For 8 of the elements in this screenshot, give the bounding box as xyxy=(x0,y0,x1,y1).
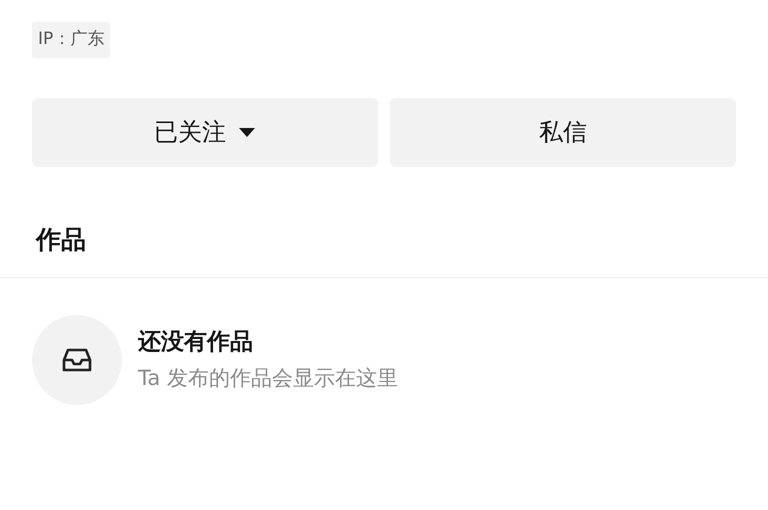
caret-icon xyxy=(238,126,256,138)
empty-subtitle: Ta 发布的作品会显示在这里 xyxy=(138,365,398,392)
empty-title: 还没有作品 xyxy=(138,328,254,356)
follow-button[interactable]: 已关注 xyxy=(32,98,378,166)
inbox-icon xyxy=(62,348,92,372)
message-button[interactable]: 私信 xyxy=(390,98,736,166)
ip-badge: IP：广东 xyxy=(32,22,110,58)
section-title: 作品 xyxy=(34,224,87,254)
